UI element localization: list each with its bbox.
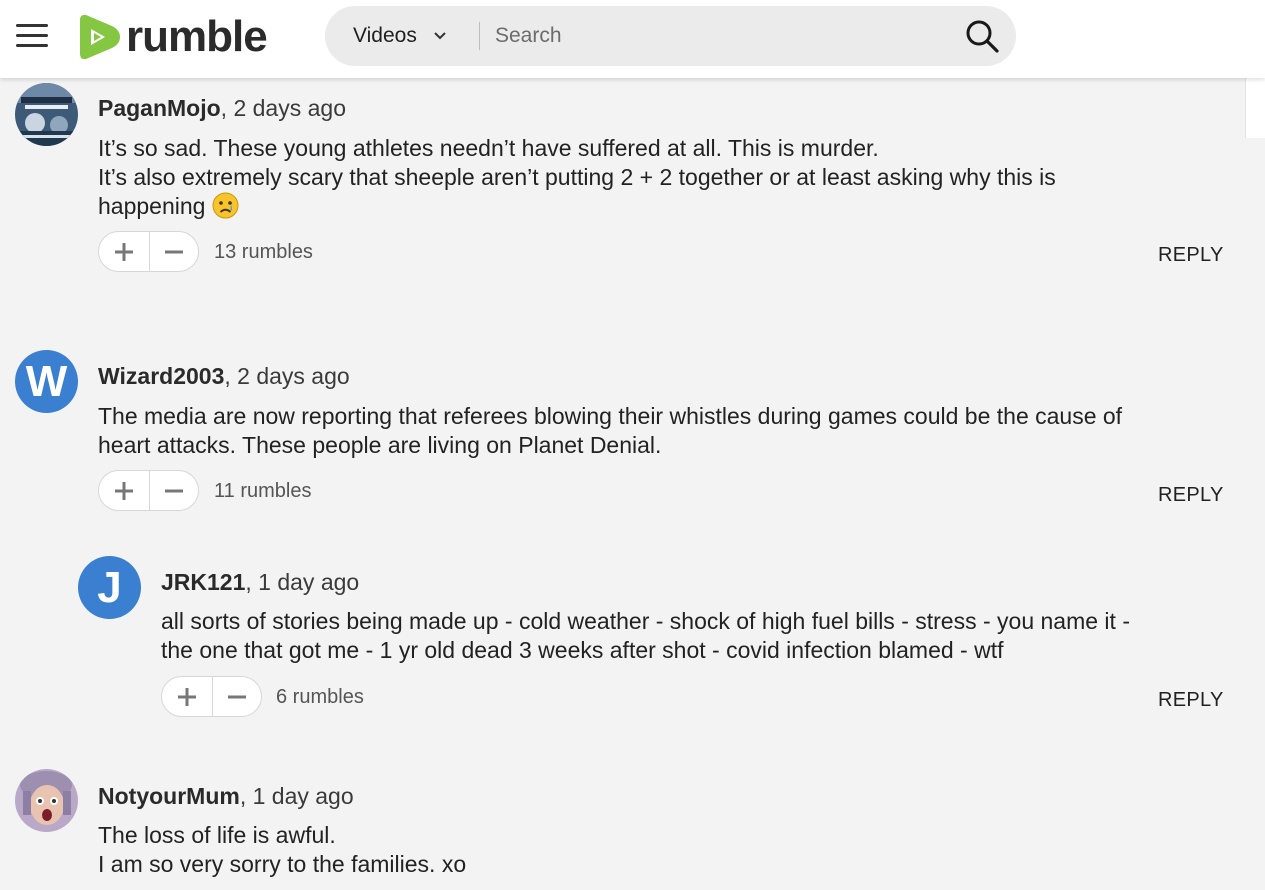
comment-line: It’s so sad. These young athletes needn’… <box>98 135 879 161</box>
downvote-button[interactable] <box>148 471 199 510</box>
reply-button[interactable]: REPLY <box>1158 244 1224 267</box>
upvote-button[interactable] <box>99 232 149 271</box>
downvote-button[interactable] <box>148 232 199 271</box>
reply-button[interactable]: REPLY <box>1158 484 1224 507</box>
comment-body: It’s so sad. These young athletes needn’… <box>98 134 1228 221</box>
comment-line: I am so very sorry to the families. xo <box>98 851 467 877</box>
minus-icon <box>164 250 183 253</box>
vote-control <box>98 231 199 272</box>
avatar[interactable] <box>15 83 78 146</box>
search-category-select[interactable]: Videos <box>353 6 447 66</box>
side-panel-edge <box>1245 78 1265 138</box>
menu-icon[interactable] <box>16 22 48 48</box>
rumble-logo[interactable]: rumble <box>72 12 268 62</box>
search-icon[interactable] <box>964 18 1000 54</box>
minus-icon <box>164 489 183 492</box>
search-bar: Videos <box>325 6 1016 66</box>
avatar[interactable]: W <box>15 350 78 413</box>
plus-icon <box>177 687 196 706</box>
rumble-count: 11 rumbles <box>214 480 312 502</box>
comment-body: all sorts of stories being made up - col… <box>161 607 1241 665</box>
downvote-button[interactable] <box>211 677 262 716</box>
upvote-button[interactable] <box>99 471 149 510</box>
avatar[interactable]: J <box>78 556 141 619</box>
rumble-count: 6 rumbles <box>276 686 364 708</box>
comment-body: The loss of life is awful. I am so very … <box>98 821 1198 879</box>
comment-body: The media are now reporting that referee… <box>98 402 1238 460</box>
comment-line: all sorts of stories being made up - col… <box>161 608 1130 634</box>
comment-line: The media are now reporting that referee… <box>98 403 1123 429</box>
search-input[interactable] <box>495 18 935 54</box>
comment-timestamp: 1 day ago <box>251 569 360 595</box>
comment-line: The loss of life is awful. <box>98 822 336 848</box>
top-header: rumble Videos <box>0 0 1265 78</box>
comment-line: It’s also extremely scary that sheeple a… <box>98 164 1056 190</box>
minus-icon <box>227 695 246 698</box>
comment-timestamp: 1 day ago <box>246 783 354 809</box>
plus-icon <box>114 481 133 500</box>
crying-face-icon <box>212 192 239 219</box>
vote-control <box>98 470 199 511</box>
plus-icon <box>114 242 133 261</box>
chevron-down-icon <box>433 28 447 44</box>
search-divider <box>479 22 480 50</box>
search-category-label: Videos <box>353 24 417 47</box>
comment-username[interactable]: NotyourMum <box>98 783 240 809</box>
rumble-count: 13 rumbles <box>214 241 313 263</box>
comment-line: heart attacks. These people are living o… <box>98 432 662 458</box>
avatar[interactable] <box>15 769 78 832</box>
comment-username[interactable]: Wizard2003 <box>98 363 224 389</box>
comment-line: the one that got me - 1 yr old dead 3 we… <box>161 637 1004 663</box>
reply-button[interactable]: REPLY <box>1158 689 1224 712</box>
comment-timestamp: 2 days ago <box>227 95 346 121</box>
logo-text: rumble <box>126 12 268 61</box>
upvote-button[interactable] <box>162 677 212 716</box>
rumble-logo-icon <box>80 14 120 60</box>
comment-timestamp: 2 days ago <box>230 363 350 389</box>
vote-control <box>161 676 262 717</box>
comment-username[interactable]: JRK121 <box>161 569 245 595</box>
comment-username[interactable]: PaganMojo <box>98 95 221 121</box>
comment-line: happening <box>98 193 206 219</box>
